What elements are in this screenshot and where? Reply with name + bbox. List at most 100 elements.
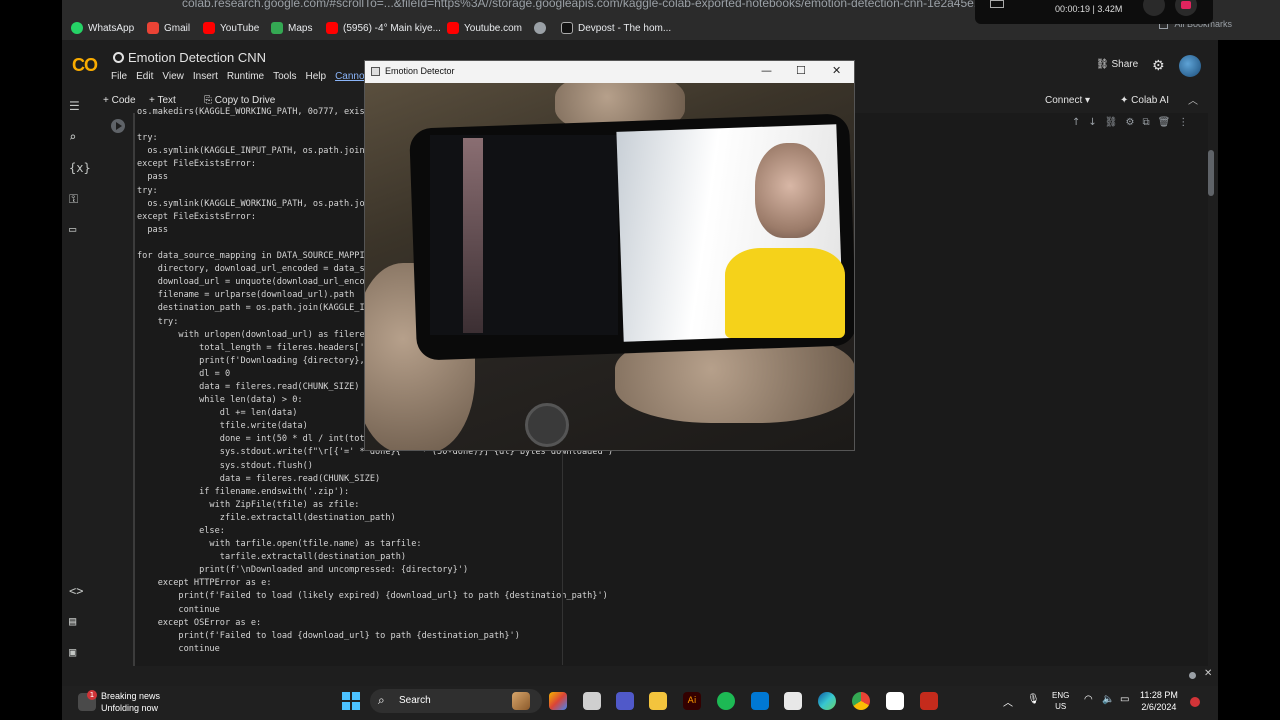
- url-text[interactable]: colab.research.google.com/#scrollTo=...&…: [182, 0, 984, 10]
- code-line[interactable]: tarfile.extractall(destination_path): [137, 551, 613, 564]
- code-line[interactable]: print(f'\nDownloaded and uncompressed: {…: [137, 564, 613, 577]
- stop-recording-button[interactable]: [1175, 0, 1197, 16]
- windows-start-icon[interactable]: [342, 692, 360, 710]
- news-widget[interactable]: 1 Breaking news Unfolding now: [78, 690, 160, 714]
- notification-icon[interactable]: [1190, 697, 1200, 707]
- chevron-up-icon[interactable]: ︿: [1003, 694, 1013, 709]
- link-icon[interactable]: ⛓: [1105, 117, 1118, 128]
- file-icon[interactable]: [583, 692, 601, 710]
- code-line[interactable]: data = fileres.read(CHUNK_SIZE): [137, 473, 613, 486]
- code-line[interactable]: zfile.extractall(destination_path): [137, 512, 613, 525]
- window-titlebar[interactable]: Emotion Detector — ☐ ✕: [365, 61, 854, 83]
- code-line[interactable]: sys.stdout.flush(): [137, 460, 613, 473]
- bookmark-youtube-video[interactable]: (5956) -4° Main kiye...: [326, 20, 441, 36]
- bookmark-youtube-com[interactable]: Youtube.com: [447, 20, 522, 36]
- table-of-contents-icon[interactable]: ☰: [69, 99, 80, 113]
- bookmark-devpost[interactable]: Devpost - The hom...: [561, 20, 671, 36]
- code-line[interactable]: continue: [137, 604, 613, 617]
- bookmark-youtube[interactable]: YouTube: [203, 20, 259, 36]
- menu-insert[interactable]: Insert: [193, 71, 218, 82]
- speaker-icon[interactable]: 🔈: [1102, 694, 1114, 705]
- recorder-app-icon[interactable]: [920, 692, 938, 710]
- notebook-title[interactable]: Emotion Detection CNN: [128, 50, 266, 65]
- pause-recording-button[interactable]: [1143, 0, 1165, 16]
- terminal-icon[interactable]: ▣: [69, 645, 76, 659]
- bookmark-maps[interactable]: Maps: [271, 20, 312, 36]
- bookmark-whatsapp[interactable]: WhatsApp: [71, 20, 134, 36]
- code-line[interactable]: else:: [137, 525, 613, 538]
- code-line[interactable]: print(f'Failed to load {download_url} to…: [137, 630, 613, 643]
- bookmark-globe[interactable]: [534, 20, 551, 36]
- document-icon[interactable]: [886, 692, 904, 710]
- teams-icon[interactable]: [616, 692, 634, 710]
- app-icon: [371, 67, 380, 76]
- trash-icon[interactable]: 🗑: [1158, 117, 1171, 128]
- widgets-icon[interactable]: [512, 692, 530, 710]
- command-palette-icon[interactable]: ▤: [69, 614, 76, 628]
- clock-date: 2/6/2024: [1141, 702, 1177, 712]
- code-line[interactable]: except HTTPError as e:: [137, 577, 613, 590]
- code-line[interactable]: with tarfile.open(tfile.name) as tarfile…: [137, 538, 613, 551]
- file-explorer-icon[interactable]: [649, 692, 667, 710]
- code-line[interactable]: if filename.endswith('.zip'):: [137, 486, 613, 499]
- add-code-button[interactable]: + Code: [103, 95, 136, 106]
- microphone-icon[interactable]: 🎙: [1027, 694, 1040, 705]
- chrome-icon[interactable]: [852, 692, 870, 710]
- folder-icon[interactable]: ▭: [69, 222, 76, 236]
- copy-label: Copy to Drive: [214, 95, 276, 106]
- face-image: [755, 143, 825, 238]
- code-line[interactable]: except OSError as e:: [137, 617, 613, 630]
- add-text-button[interactable]: + Text: [149, 95, 176, 106]
- battery-icon[interactable]: ▭: [1120, 694, 1129, 705]
- copilot-icon[interactable]: [549, 692, 567, 710]
- code-line[interactable]: with ZipFile(tfile) as zfile:: [137, 499, 613, 512]
- menu-tools[interactable]: Tools: [273, 71, 296, 82]
- vscode-icon[interactable]: [751, 692, 769, 710]
- code-line[interactable]: continue: [137, 643, 613, 656]
- edge-icon[interactable]: [818, 692, 836, 710]
- arrow-down-icon[interactable]: ↓: [1088, 117, 1096, 128]
- code-line[interactable]: print(f'Failed to load (likely expired) …: [137, 590, 613, 603]
- run-cell-button[interactable]: [111, 119, 125, 133]
- share-button[interactable]: ⛓ Share: [1096, 59, 1138, 70]
- more-icon[interactable]: ⋮: [1178, 117, 1188, 128]
- menu-help[interactable]: Help: [305, 71, 326, 82]
- gear-icon[interactable]: ⚙: [1125, 117, 1134, 128]
- code-snippets-icon[interactable]: <>: [69, 584, 83, 598]
- gear-icon[interactable]: ⚙: [1152, 58, 1165, 74]
- colab-ai-button[interactable]: ✦ Colab AI: [1120, 95, 1169, 106]
- store-icon[interactable]: [784, 692, 802, 710]
- search-icon[interactable]: ⌕: [69, 130, 76, 144]
- arrow-up-icon[interactable]: ↑: [1072, 117, 1080, 128]
- key-icon[interactable]: ⚿: [69, 192, 78, 207]
- recording-time: 00:00:19 | 3.42M: [1055, 4, 1123, 14]
- close-icon[interactable]: ✕: [832, 64, 841, 77]
- chevron-up-icon[interactable]: ︿: [1188, 92, 1198, 107]
- scroll-indicator[interactable]: [1189, 672, 1196, 679]
- colab-logo[interactable]: CO: [72, 55, 98, 76]
- language-indicator[interactable]: ENG US: [1052, 690, 1069, 712]
- variables-icon[interactable]: {x}: [69, 161, 91, 175]
- cannot-save-link[interactable]: Cannot: [335, 71, 367, 82]
- emotion-detector-window[interactable]: Emotion Detector — ☐ ✕: [364, 60, 855, 451]
- news-title: Breaking news: [101, 691, 161, 701]
- avatar[interactable]: [1179, 55, 1201, 77]
- close-icon[interactable]: ✕: [1204, 668, 1212, 679]
- mirror-icon[interactable]: ⧉: [1142, 117, 1149, 128]
- taskbar-clock[interactable]: 11:28 PM 2/6/2024: [1140, 689, 1178, 713]
- wifi-icon[interactable]: ◠: [1084, 694, 1093, 705]
- spotify-icon[interactable]: [717, 692, 735, 710]
- connect-button[interactable]: Connect ▾: [1045, 95, 1090, 106]
- illustrator-icon[interactable]: Ai: [683, 692, 701, 710]
- menu-edit[interactable]: Edit: [136, 71, 153, 82]
- minimize-icon[interactable]: —: [761, 64, 772, 77]
- vertical-scrollbar[interactable]: [1208, 150, 1214, 196]
- copy-to-drive-button[interactable]: ⎘ Copy to Drive: [204, 95, 275, 106]
- maximize-icon[interactable]: ☐: [796, 64, 806, 77]
- menu-runtime[interactable]: Runtime: [227, 71, 264, 82]
- camera-icon[interactable]: [990, 0, 1004, 8]
- drive-icon[interactable]: [113, 52, 124, 63]
- menu-file[interactable]: File: [111, 71, 127, 82]
- bookmark-gmail[interactable]: Gmail: [147, 20, 190, 36]
- menu-view[interactable]: View: [162, 71, 184, 82]
